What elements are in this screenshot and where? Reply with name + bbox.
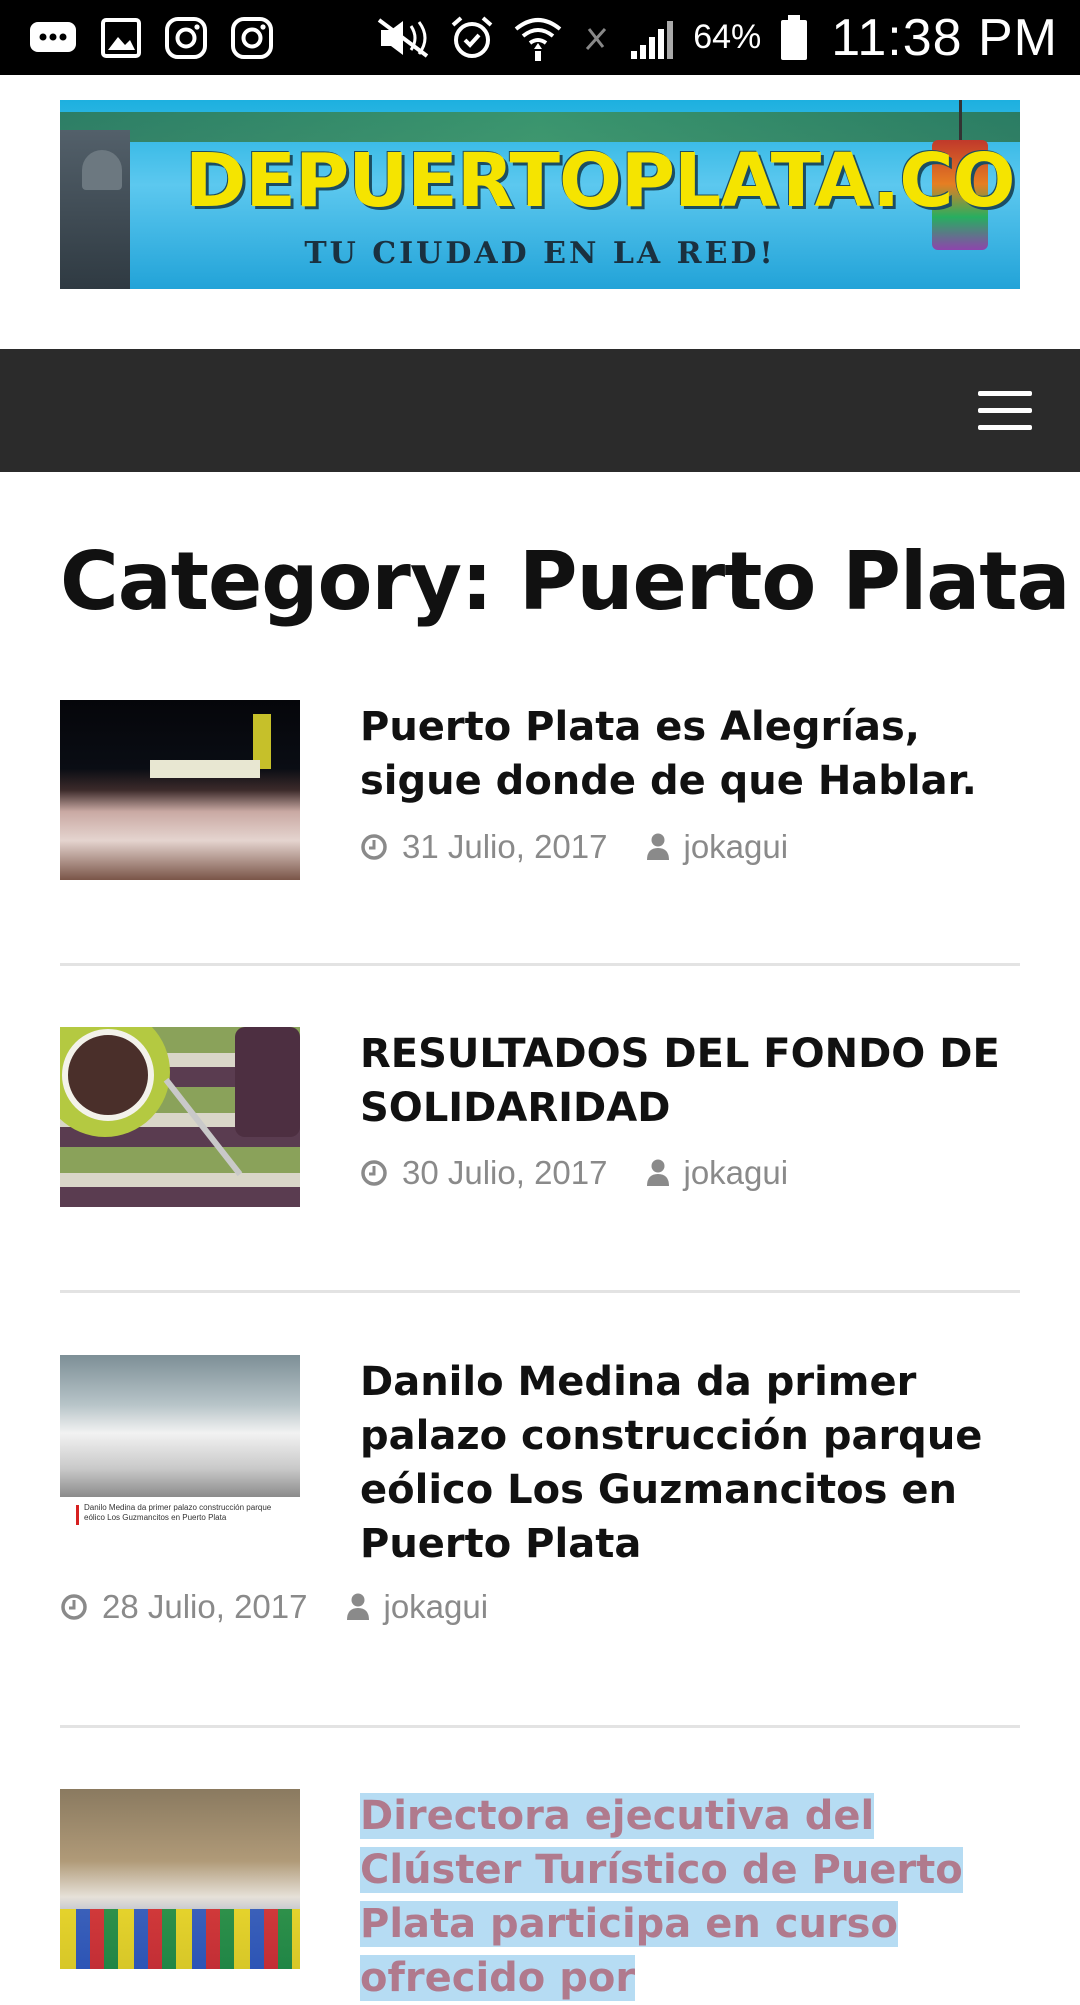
post-thumbnail[interactable] bbox=[60, 1789, 300, 1969]
selected-text: Directora ejecutiva del Clúster Turístic… bbox=[360, 1793, 963, 2001]
post-meta: 31 Julio, 2017 jokagui bbox=[360, 828, 788, 866]
post-title-link[interactable]: Puerto Plata es Alegrías, sigue donde de… bbox=[360, 700, 1030, 808]
post-title-link[interactable]: Danilo Medina da primer palazo construcc… bbox=[360, 1355, 1030, 1571]
post-thumbnail[interactable] bbox=[60, 700, 300, 880]
post-item[interactable]: RESULTADOS DEL FONDO DE SOLIDARIDAD 30 J… bbox=[60, 1027, 1020, 1227]
user-icon bbox=[346, 1593, 370, 1621]
no-signal-icon bbox=[581, 23, 611, 53]
clock-icon bbox=[360, 833, 388, 861]
banner-subtitle: TU CIUDAD EN LA RED! bbox=[304, 236, 776, 271]
nav-bar bbox=[0, 349, 1080, 472]
hamburger-menu-button[interactable] bbox=[978, 391, 1032, 431]
instagram-icon bbox=[164, 16, 208, 60]
wifi-icon bbox=[513, 13, 563, 63]
battery-icon bbox=[779, 14, 809, 62]
page-title: Category: Puerto Plata bbox=[60, 535, 1070, 628]
post-date[interactable]: 31 Julio, 2017 bbox=[402, 828, 608, 866]
post-meta: 30 Julio, 2017 jokagui bbox=[360, 1154, 788, 1192]
post-divider bbox=[60, 1725, 1020, 1728]
status-bar-left bbox=[28, 16, 296, 60]
banner-title: DEPUERTOPLATA.COM bbox=[185, 138, 1020, 224]
alarm-icon bbox=[449, 15, 495, 61]
banner-cable bbox=[959, 100, 962, 142]
post-date[interactable]: 30 Julio, 2017 bbox=[402, 1154, 608, 1192]
post-item[interactable]: Directora ejecutiva del Clúster Turístic… bbox=[60, 1789, 1020, 2001]
battery-percent: 64% bbox=[693, 18, 762, 56]
post-author[interactable]: jokagui bbox=[684, 1154, 789, 1192]
clock-icon bbox=[60, 1593, 88, 1621]
site-banner[interactable]: DEPUERTOPLATA.COM TU CIUDAD EN LA RED! bbox=[60, 100, 1020, 289]
clock: 11:38 PM bbox=[831, 8, 1058, 67]
post-title-link[interactable]: RESULTADOS DEL FONDO DE SOLIDARIDAD bbox=[360, 1027, 1030, 1135]
user-icon bbox=[646, 1159, 670, 1187]
post-author[interactable]: jokagui bbox=[384, 1588, 489, 1626]
clock-icon bbox=[360, 1159, 388, 1187]
banner-fort bbox=[60, 130, 130, 289]
status-bar-right: 64% 11:38 PM bbox=[357, 8, 1058, 68]
post-divider bbox=[60, 1290, 1020, 1293]
post-thumbnail[interactable] bbox=[60, 1027, 300, 1207]
gallery-icon bbox=[100, 17, 142, 59]
thumbnail-caption: Danilo Medina da primer palazo construcc… bbox=[84, 1503, 272, 1522]
chat-icon bbox=[28, 18, 78, 58]
post-date[interactable]: 28 Julio, 2017 bbox=[102, 1588, 308, 1626]
signal-icon bbox=[629, 15, 679, 61]
post-item[interactable]: Danilo Medina da primer palazo construcc… bbox=[60, 1355, 1020, 1635]
post-item[interactable]: Puerto Plata es Alegrías, sigue donde de… bbox=[60, 700, 1020, 900]
post-title-link[interactable]: Directora ejecutiva del Clúster Turístic… bbox=[360, 1789, 1030, 2005]
post-meta: 28 Julio, 2017 jokagui bbox=[60, 1588, 488, 1626]
instagram-icon bbox=[230, 16, 274, 60]
post-thumbnail[interactable]: Danilo Medina da primer palazo construcc… bbox=[60, 1355, 300, 1535]
user-icon bbox=[646, 833, 670, 861]
mute-icon bbox=[375, 16, 431, 60]
post-divider bbox=[60, 963, 1020, 966]
status-bar: 64% 11:38 PM bbox=[0, 0, 1080, 75]
post-author[interactable]: jokagui bbox=[684, 828, 789, 866]
